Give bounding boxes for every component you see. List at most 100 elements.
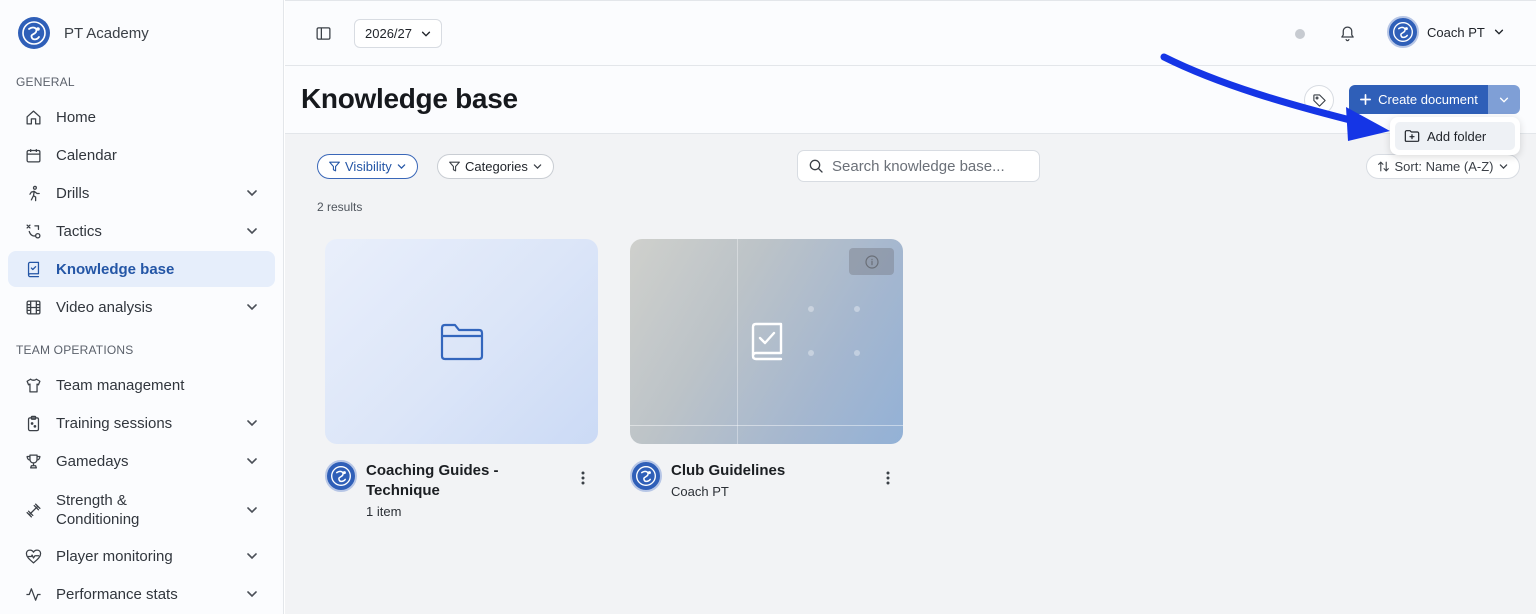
sidebar-toggle-icon[interactable] bbox=[313, 23, 333, 43]
season-value: 2026/27 bbox=[365, 26, 412, 41]
chevron-down-icon bbox=[247, 228, 257, 235]
sidebar-item-home[interactable]: Home bbox=[8, 99, 275, 135]
sidebar-item-drills[interactable]: Drills bbox=[8, 175, 275, 211]
section-label-team-operations: TEAM OPERATIONS bbox=[16, 343, 134, 357]
chevron-down-icon bbox=[247, 553, 257, 560]
add-folder-label: Add folder bbox=[1427, 128, 1487, 144]
brand-logo bbox=[18, 17, 50, 49]
topbar: 2026/27 Coach PT bbox=[285, 0, 1536, 66]
page-header: Knowledge base Create document bbox=[285, 66, 1536, 134]
results-count: 2 results bbox=[317, 200, 363, 214]
create-document-label: Create document bbox=[1378, 92, 1478, 107]
search-input[interactable] bbox=[832, 157, 1022, 175]
sidebar-item-performance-stats[interactable]: Performance stats bbox=[8, 576, 275, 612]
sidebar-item-calendar[interactable]: Calendar bbox=[8, 137, 275, 173]
sidebar-item-label: Video analysis bbox=[56, 298, 153, 316]
chevron-down-icon bbox=[1494, 29, 1503, 35]
page-title: Knowledge base bbox=[301, 83, 518, 114]
sidebar-item-label: Gamedays bbox=[56, 452, 129, 470]
filter-icon bbox=[449, 161, 460, 172]
search-icon bbox=[809, 159, 823, 173]
filter-icon bbox=[329, 161, 340, 172]
clipboard-icon bbox=[24, 414, 42, 432]
visibility-filter-label: Visibility bbox=[345, 159, 392, 174]
card-title-line1: Coaching Guides - bbox=[366, 462, 499, 479]
folder-icon bbox=[440, 323, 483, 360]
film-icon bbox=[24, 298, 42, 316]
sort-button[interactable]: Sort: Name (A-Z) bbox=[1366, 154, 1520, 179]
categories-filter-label: Categories bbox=[465, 159, 528, 174]
visibility-filter-button[interactable]: Visibility bbox=[317, 154, 418, 179]
tactics-icon bbox=[24, 222, 42, 240]
document-thumbnail[interactable] bbox=[630, 239, 903, 444]
categories-filter-button[interactable]: Categories bbox=[437, 154, 554, 179]
season-select[interactable]: 2026/27 bbox=[354, 19, 442, 48]
card-title[interactable]: Coaching Guides - Technique bbox=[366, 461, 536, 501]
chevron-down-icon bbox=[247, 458, 257, 465]
document-card[interactable]: Club Guidelines Coach PT bbox=[630, 239, 903, 514]
card-title[interactable]: Club Guidelines bbox=[671, 461, 841, 481]
sidebar-item-label: Tactics bbox=[56, 222, 102, 240]
bell-icon[interactable] bbox=[1337, 23, 1357, 43]
chevron-down-icon bbox=[247, 420, 257, 427]
chevron-down-icon bbox=[1500, 164, 1508, 169]
sidebar-item-player-monitoring[interactable]: Player monitoring bbox=[8, 538, 275, 574]
chevron-down-icon bbox=[421, 31, 431, 37]
sidebar-item-tactics[interactable]: Tactics bbox=[8, 213, 275, 249]
sidebar-item-label: Player monitoring bbox=[56, 547, 173, 565]
sidebar-item-knowledge-base[interactable]: Knowledge base bbox=[8, 251, 275, 287]
heart-pulse-icon bbox=[24, 547, 42, 565]
card-subtitle: Coach PT bbox=[671, 484, 729, 499]
avatar bbox=[1387, 16, 1419, 48]
chevron-down-icon bbox=[397, 164, 405, 169]
avatar bbox=[630, 460, 662, 492]
sidebar-item-label: Calendar bbox=[56, 146, 117, 164]
more-options-icon[interactable] bbox=[575, 469, 591, 487]
sidebar-item-team-management[interactable]: Team management bbox=[8, 367, 275, 403]
chevron-down-icon bbox=[247, 190, 257, 197]
sidebar-item-training-sessions[interactable]: Training sessions bbox=[8, 405, 275, 441]
sidebar-item-label: Knowledge base bbox=[56, 260, 175, 278]
chevron-down-icon bbox=[247, 507, 257, 514]
user-name: Coach PT bbox=[1427, 24, 1485, 40]
info-icon[interactable] bbox=[849, 248, 894, 275]
add-folder-menu-item[interactable]: Add folder bbox=[1395, 122, 1515, 150]
card-title-line2: Technique bbox=[366, 482, 440, 499]
create-document-dropdown-button[interactable] bbox=[1488, 85, 1520, 114]
chevron-down-icon bbox=[533, 164, 542, 169]
avatar bbox=[325, 460, 357, 492]
book-check-icon bbox=[24, 260, 42, 278]
home-icon bbox=[24, 108, 42, 126]
dumbbell-icon bbox=[24, 501, 42, 519]
sidebar-item-label: Performance stats bbox=[56, 585, 178, 603]
sidebar-item-label: Training sessions bbox=[56, 414, 173, 432]
folder-card[interactable]: Coaching Guides - Technique 1 item bbox=[325, 239, 598, 519]
sidebar: PT Academy GENERAL Home Calendar Drills … bbox=[0, 0, 284, 614]
search-box[interactable] bbox=[797, 150, 1040, 182]
sidebar-item-label: Team management bbox=[56, 376, 185, 394]
create-document-button[interactable]: Create document bbox=[1349, 85, 1488, 114]
sidebar-item-label-line2: Conditioning bbox=[56, 511, 140, 528]
status-dot bbox=[1295, 29, 1305, 39]
sort-icon bbox=[1377, 161, 1389, 172]
activity-icon bbox=[24, 585, 42, 603]
chevron-down-icon bbox=[247, 591, 257, 598]
brand[interactable]: PT Academy bbox=[18, 17, 149, 49]
sort-label: Sort: Name (A-Z) bbox=[1394, 159, 1494, 174]
sidebar-item-label-line1: Strength & bbox=[56, 492, 127, 509]
more-options-icon[interactable] bbox=[880, 469, 896, 487]
chevron-down-icon bbox=[1499, 97, 1509, 103]
shirt-icon bbox=[24, 376, 42, 394]
main-content: Visibility Categories Sort: Name (A-Z) 2… bbox=[285, 134, 1536, 614]
sidebar-item-gamedays[interactable]: Gamedays bbox=[8, 443, 275, 479]
user-menu[interactable]: Coach PT bbox=[1387, 16, 1505, 48]
folder-plus-icon bbox=[1404, 130, 1420, 142]
sidebar-item-strength-conditioning[interactable]: Strength & Conditioning bbox=[8, 489, 275, 531]
tag-icon[interactable] bbox=[1304, 85, 1334, 115]
sidebar-item-label: Home bbox=[56, 108, 97, 126]
chevron-down-icon bbox=[247, 304, 257, 311]
brand-name: PT Academy bbox=[64, 24, 149, 42]
sidebar-item-video-analysis[interactable]: Video analysis bbox=[8, 289, 275, 325]
folder-thumbnail[interactable] bbox=[325, 239, 598, 444]
running-icon bbox=[24, 184, 42, 202]
